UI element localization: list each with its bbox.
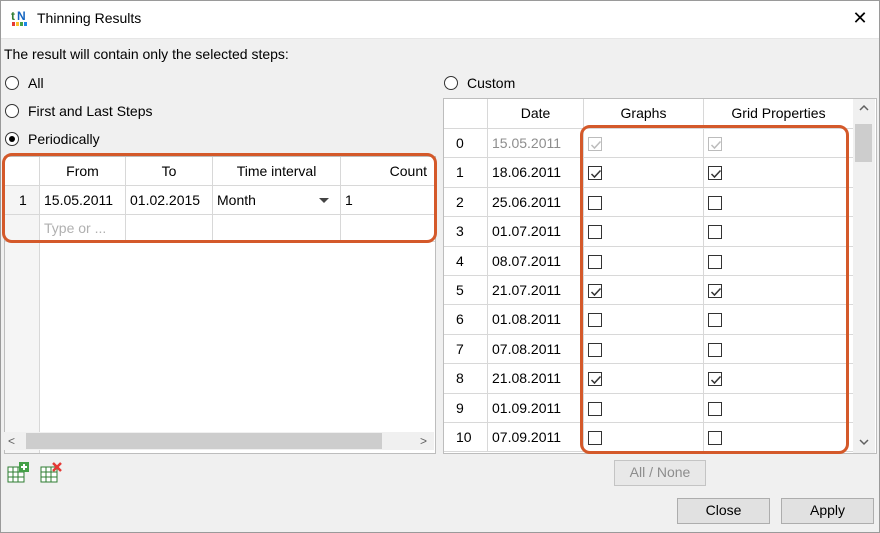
thinning-app-icon: t N <box>10 8 30 28</box>
window-title: Thinning Results <box>37 10 142 26</box>
highlight-periodic <box>2 153 437 243</box>
date-cell[interactable]: 21.07.2011 <box>488 276 584 306</box>
apply-button[interactable]: Apply <box>781 498 874 524</box>
scroll-right-icon[interactable]: > <box>420 434 427 448</box>
instruction-text: The result will contain only the selecte… <box>4 46 289 62</box>
radio-periodically[interactable] <box>5 132 19 146</box>
row-index: 8 <box>444 364 488 394</box>
highlight-checkbox-columns <box>580 125 849 454</box>
row-index: 7 <box>444 334 488 365</box>
row-index: 0 <box>444 129 488 159</box>
date-cell[interactable]: 18.06.2011 <box>488 158 584 188</box>
close-icon: ✕ <box>852 8 868 28</box>
add-row-icon[interactable] <box>7 462 29 484</box>
close-window-button[interactable]: ✕ <box>846 4 874 32</box>
horizontal-scroll-thumb[interactable] <box>26 433 382 449</box>
row-index: 9 <box>444 393 488 423</box>
date-cell[interactable]: 25.06.2011 <box>488 187 584 218</box>
radio-first-last[interactable] <box>5 104 19 118</box>
radio-all[interactable] <box>5 76 19 90</box>
radio-custom-label[interactable]: Custom <box>467 75 515 91</box>
close-button[interactable]: Close <box>677 498 770 524</box>
row-index: 3 <box>444 217 488 247</box>
svg-text:t: t <box>11 9 15 23</box>
row-index: 5 <box>444 276 488 306</box>
row-index: 2 <box>444 187 488 218</box>
date-cell[interactable]: 07.08.2011 <box>488 334 584 365</box>
radio-periodically-circle[interactable] <box>5 132 19 146</box>
row-index: 6 <box>444 305 488 335</box>
column-header-date[interactable]: Date <box>488 99 584 129</box>
scroll-up-icon[interactable] <box>858 102 870 116</box>
date-cell[interactable]: 15.05.2011 <box>488 129 584 159</box>
svg-text:N: N <box>17 9 26 23</box>
row-index: 4 <box>444 246 488 276</box>
date-cell[interactable]: 01.08.2011 <box>488 305 584 335</box>
vertical-scroll-thumb[interactable] <box>855 124 872 162</box>
date-cell[interactable]: 01.07.2011 <box>488 217 584 247</box>
row-index: 10 <box>444 423 488 453</box>
radio-custom-circle[interactable] <box>444 76 458 90</box>
date-cell[interactable]: 01.09.2011 <box>488 393 584 423</box>
radio-first-last-label[interactable]: First and Last Steps <box>28 103 153 119</box>
date-cell[interactable]: 21.08.2011 <box>488 364 584 394</box>
date-cell[interactable]: 07.09.2011 <box>488 423 584 453</box>
corner-header <box>444 99 488 129</box>
radio-custom[interactable] <box>444 76 458 90</box>
radio-all-label[interactable]: All <box>28 75 44 91</box>
all-none-button[interactable]: All / None <box>614 460 706 486</box>
radio-all-circle[interactable] <box>5 76 19 90</box>
date-cell[interactable]: 08.07.2011 <box>488 246 584 276</box>
scroll-down-icon[interactable] <box>858 436 870 450</box>
radio-periodically-label[interactable]: Periodically <box>28 131 100 147</box>
delete-row-icon[interactable] <box>40 462 62 484</box>
radio-first-last-circle[interactable] <box>5 104 19 118</box>
scroll-left-icon[interactable]: < <box>8 434 15 448</box>
row-index: 1 <box>444 158 488 188</box>
